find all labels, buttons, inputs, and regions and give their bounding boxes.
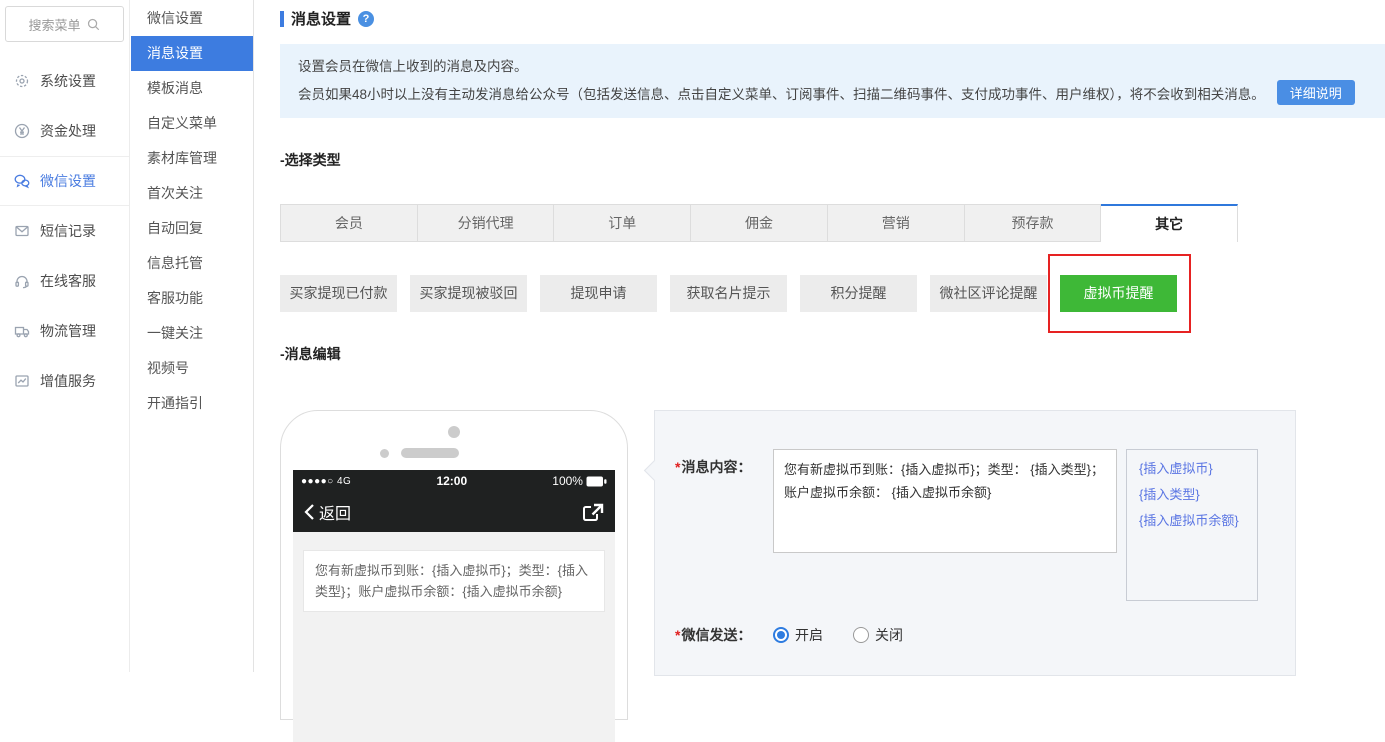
submenu-item-wechat-settings[interactable]: 微信设置	[131, 1, 253, 36]
insert-variable-box: {插入虚拟币} {插入类型} {插入虚拟币余额}	[1126, 449, 1258, 601]
signal-indicator: ●●●●○ 4G	[301, 475, 352, 487]
primary-sidebar: 搜索菜单 系统设置 资金处理 微信设置 短信记录 在线客服 物流管理 增值服务	[0, 0, 130, 672]
notice-line1: 设置会员在微信上收到的消息及内容。	[298, 59, 528, 74]
select-type-label: -选择类型	[280, 152, 341, 168]
sidebar-item-label: 在线客服	[40, 273, 96, 289]
tab-prepayment[interactable]: 预存款	[964, 204, 1102, 242]
tab-member[interactable]: 会员	[280, 204, 418, 242]
type-button-row: 买家提现已付款 买家提现被驳回 提现申请 获取名片提示 积分提醒 微社区评论提醒…	[280, 254, 1385, 333]
sidebar-item-system-settings[interactable]: 系统设置	[0, 56, 129, 106]
message-edit-label: -消息编辑	[280, 346, 341, 362]
radio-option-on[interactable]: 开启	[773, 625, 823, 645]
sidebar-item-label: 短信记录	[40, 223, 96, 239]
submenu-item-opening-guide[interactable]: 开通指引	[131, 386, 253, 421]
battery-status: 100%	[552, 474, 607, 488]
sms-icon	[13, 222, 31, 240]
sidebar-item-wechat-settings[interactable]: 微信设置	[0, 156, 129, 206]
notice-line2: 会员如果48小时以上没有主动发消息给公众号（包括发送信息、点击自定义菜单、订阅事…	[298, 80, 1367, 108]
notice-box: 设置会员在微信上收到的消息及内容。 会员如果48小时以上没有主动发消息给公众号（…	[280, 44, 1385, 118]
phone-preview: ●●●●○ 4G 12:00 100% 返回 您有新虚拟币到账：{插入虚拟币}；…	[280, 410, 628, 742]
message-preview: 您有新虚拟币到账：{插入虚拟币}；类型：{插入类型}；账户虚拟币余额：{插入虚拟…	[303, 550, 605, 612]
type-tabbar: 会员 分销代理 订单 佣金 营销 预存款 其它	[280, 204, 1239, 242]
search-icon	[87, 18, 99, 30]
truck-icon	[13, 322, 31, 340]
insert-coin-balance-link[interactable]: {插入虚拟币余额}	[1139, 512, 1245, 529]
wechat-icon	[13, 172, 31, 190]
submenu-item-message-settings[interactable]: 消息设置	[131, 36, 253, 71]
sidebar-item-label: 增值服务	[40, 373, 96, 389]
phone-camera	[448, 426, 460, 438]
phone-nav-bar: 返回	[293, 492, 615, 532]
gear-icon	[13, 72, 31, 90]
content-label: *消息内容：	[675, 459, 752, 475]
page-title: 消息设置	[291, 11, 352, 28]
search-placeholder: 搜索菜单	[28, 17, 81, 33]
radio-on-icon[interactable]	[773, 627, 789, 643]
page-header: 消息设置	[280, 8, 1385, 29]
clock: 12:00	[436, 474, 468, 488]
yen-icon	[13, 122, 31, 140]
search-input[interactable]: 搜索菜单	[5, 6, 124, 42]
editor-area: ●●●●○ 4G 12:00 100% 返回 您有新虚拟币到账：{插入虚拟币}；…	[280, 410, 1385, 742]
submenu-item-info-hosting[interactable]: 信息托管	[131, 246, 253, 281]
tab-other[interactable]: 其它	[1101, 204, 1239, 242]
message-content-textarea[interactable]: 您有新虚拟币到账：{插入虚拟币}；类型： {插入类型}；账户虚拟币余额： {插入…	[773, 449, 1117, 553]
sidebar-item-label: 系统设置	[40, 73, 96, 89]
sidebar-item-online-service[interactable]: 在线客服	[0, 256, 129, 306]
phone-screen-body: 您有新虚拟币到账：{插入虚拟币}；类型：{插入类型}；账户虚拟币余额：{插入虚拟…	[293, 532, 615, 742]
sidebar-item-label: 资金处理	[40, 123, 96, 139]
submenu-item-auto-reply[interactable]: 自动回复	[131, 211, 253, 246]
submenu-item-service-function[interactable]: 客服功能	[131, 281, 253, 316]
btn-withdraw-paid[interactable]: 买家提现已付款	[280, 275, 397, 312]
radio-off-icon[interactable]	[853, 627, 869, 643]
sidebar-item-sms-log[interactable]: 短信记录	[0, 206, 129, 256]
phone-speaker	[281, 448, 627, 458]
sidebar-item-value-added[interactable]: 增值服务	[0, 356, 129, 406]
sidebar-item-label: 物流管理	[40, 323, 96, 339]
btn-get-card-tip[interactable]: 获取名片提示	[670, 275, 787, 312]
sidebar-item-label: 微信设置	[40, 173, 96, 189]
submenu-item-template-message[interactable]: 模板消息	[131, 71, 253, 106]
submenu-item-video-account[interactable]: 视频号	[131, 351, 253, 386]
insert-type-link[interactable]: {插入类型}	[1139, 486, 1245, 503]
tab-distribution-agent[interactable]: 分销代理	[417, 204, 555, 242]
tab-marketing[interactable]: 营销	[827, 204, 965, 242]
message-form-panel: *消息内容： 您有新虚拟币到账：{插入虚拟币}；类型： {插入类型}；账户虚拟币…	[654, 410, 1296, 676]
detail-button[interactable]: 详细说明	[1276, 80, 1355, 105]
phone-sensor-dot	[379, 448, 389, 458]
battery-icon	[586, 476, 607, 486]
phone-screen: ●●●●○ 4G 12:00 100% 返回 您有新虚拟币到账：{插入虚拟币}；…	[293, 470, 615, 742]
wechat-send-label: *微信发送：	[675, 627, 752, 643]
radio-option-off[interactable]: 关闭	[853, 625, 903, 645]
phone-status-bar: ●●●●○ 4G 12:00 100%	[293, 470, 615, 492]
chart-icon	[13, 372, 31, 390]
submenu-item-material-library[interactable]: 素材库管理	[131, 141, 253, 176]
btn-withdraw-apply[interactable]: 提现申请	[540, 275, 657, 312]
insert-virtual-coin-link[interactable]: {插入虚拟币}	[1139, 460, 1245, 477]
title-accent-bar	[280, 10, 284, 27]
chevron-left-icon	[304, 504, 314, 520]
back-button: 返回	[303, 500, 351, 524]
tab-order[interactable]: 订单	[554, 204, 692, 242]
btn-virtual-coin-reminder[interactable]: 虚拟币提醒	[1060, 275, 1177, 312]
secondary-sidebar: 微信设置 消息设置 模板消息 自定义菜单 素材库管理 首次关注 自动回复 信息托…	[131, 0, 254, 672]
btn-community-comment-reminder[interactable]: 微社区评论提醒	[930, 275, 1047, 312]
btn-withdraw-rejected[interactable]: 买家提现被驳回	[410, 275, 527, 312]
main-content: 消息设置 设置会员在微信上收到的消息及内容。 会员如果48小时以上没有主动发消息…	[254, 0, 1385, 742]
help-icon[interactable]	[358, 10, 375, 27]
submenu-item-first-follow[interactable]: 首次关注	[131, 176, 253, 211]
btn-points-reminder[interactable]: 积分提醒	[800, 275, 917, 312]
tab-commission[interactable]: 佣金	[691, 204, 828, 242]
sidebar-item-logistics[interactable]: 物流管理	[0, 306, 129, 356]
wechat-send-options: 开启 关闭	[773, 625, 903, 645]
submenu-item-one-key-follow[interactable]: 一键关注	[131, 316, 253, 351]
sidebar-item-funds[interactable]: 资金处理	[0, 106, 129, 156]
submenu-item-custom-menu[interactable]: 自定义菜单	[131, 106, 253, 141]
phone-speaker-bar	[400, 448, 459, 458]
share-icon	[583, 503, 604, 521]
headset-icon	[13, 272, 31, 290]
